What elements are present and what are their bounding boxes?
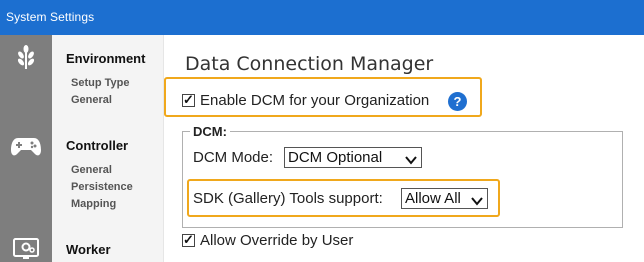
enable-dcm-label: Enable DCM for your Organization xyxy=(200,92,430,109)
allow-override-checkbox[interactable] xyxy=(182,232,195,248)
nav-section-controller[interactable]: Controller xyxy=(66,138,128,153)
nav-item-persistence[interactable]: Persistence xyxy=(71,181,133,193)
dcm-mode-label: DCM Mode: xyxy=(193,149,274,166)
icon-rail xyxy=(0,35,52,262)
worker-monitor-icon[interactable] xyxy=(0,237,52,261)
leaf-icon[interactable] xyxy=(0,44,52,70)
chevron-down-icon xyxy=(405,152,417,169)
nav-item-controller-general[interactable]: General xyxy=(71,164,112,176)
nav-item-environment-general[interactable]: General xyxy=(71,94,112,106)
allow-override-label: Allow Override by User xyxy=(200,232,354,249)
window-titlebar: System Settings xyxy=(0,0,644,35)
enable-dcm-checkbox[interactable] xyxy=(182,92,195,108)
dcm-group-legend: DCM: xyxy=(190,124,230,139)
nav-item-setup-type[interactable]: Setup Type xyxy=(71,77,129,89)
page-title: Data Connection Manager xyxy=(185,53,434,75)
nav-section-environment[interactable]: Environment xyxy=(66,51,145,66)
sdk-tools-select[interactable]: Allow All xyxy=(401,188,488,209)
sdk-tools-value: Allow All xyxy=(405,190,461,207)
window-title: System Settings xyxy=(6,10,95,24)
dcm-mode-select[interactable]: DCM Optional xyxy=(284,147,422,168)
chevron-down-icon xyxy=(471,193,483,210)
nav-section-worker[interactable]: Worker xyxy=(66,242,111,257)
help-icon[interactable]: ? xyxy=(448,92,467,111)
sdk-tools-label: SDK (Gallery) Tools support: xyxy=(193,190,383,207)
settings-nav: Environment Setup Type General Controlle… xyxy=(52,35,164,262)
nav-item-mapping[interactable]: Mapping xyxy=(71,198,116,210)
gamepad-icon[interactable] xyxy=(0,136,52,158)
main-panel: Data Connection Manager Enable DCM for y… xyxy=(164,35,644,262)
dcm-mode-value: DCM Optional xyxy=(288,149,383,166)
